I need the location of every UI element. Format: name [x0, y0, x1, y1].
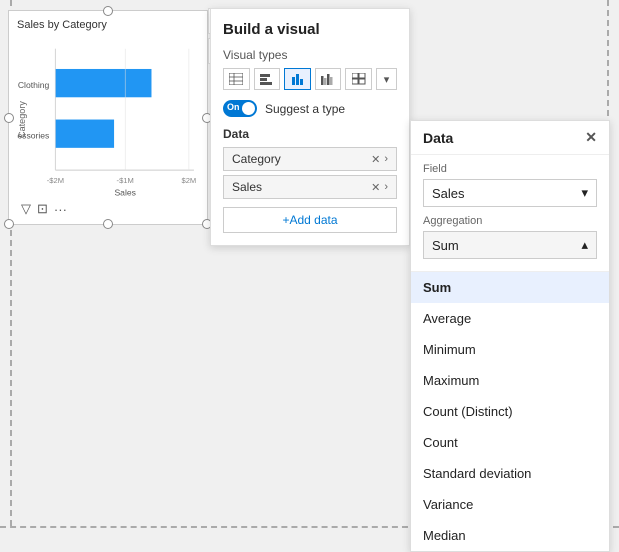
more-icon[interactable]: ···: [54, 202, 67, 217]
vt-grid[interactable]: [345, 68, 372, 90]
vt-table[interactable]: [223, 68, 250, 90]
svg-text:Accessories: Accessories: [17, 131, 49, 141]
ddp-option-median[interactable]: Median: [411, 520, 609, 551]
svg-text:$2M: $2M: [182, 176, 197, 185]
ddp-aggregation-select[interactable]: Sum ▴: [423, 231, 597, 259]
ddp-option-std-dev[interactable]: Standard deviation: [411, 458, 609, 489]
sales-chip-text: Sales: [232, 180, 371, 194]
expand-icon[interactable]: ⊡: [37, 201, 48, 217]
sales-chip-icons: ✕ ›: [371, 181, 388, 194]
ddp-option-average[interactable]: Average: [411, 303, 609, 334]
ddp-field-section: Field Sales ▾ Aggregation Sum ▴: [411, 155, 609, 271]
chart-controls: ▽ ⊡ ···: [17, 201, 199, 217]
svg-text:Sales: Sales: [114, 187, 135, 197]
handle-bottom-left[interactable]: [4, 219, 14, 229]
suggest-row: On Suggest a type: [223, 100, 397, 117]
data-dropdown-panel: Data ✕ Field Sales ▾ Aggregation Sum ▴ S…: [410, 120, 610, 552]
ddp-option-count-distinct[interactable]: Count (Distinct): [411, 396, 609, 427]
vt-bar-v[interactable]: [284, 68, 311, 90]
ddp-close-button[interactable]: ✕: [585, 129, 597, 146]
add-data-button[interactable]: +Add data: [223, 207, 397, 233]
filter-icon[interactable]: ▽: [21, 201, 31, 217]
chart-svg: Category Clothing Accessories -$2M -$1M …: [17, 37, 199, 197]
ddp-field-label: Field: [423, 163, 597, 175]
ddp-option-variance[interactable]: Variance: [411, 489, 609, 520]
svg-text:-$2M: -$2M: [47, 176, 64, 185]
ddp-option-count[interactable]: Count: [411, 427, 609, 458]
ddp-aggregation-value: Sum: [432, 238, 459, 253]
ddp-field-chevron: ▾: [581, 185, 588, 201]
ddp-aggregation-label: Aggregation: [423, 215, 597, 227]
ddp-header: Data ✕: [411, 121, 609, 155]
ddp-aggregation-list: Sum Average Minimum Maximum Count (Disti…: [411, 271, 609, 551]
visual-types-row: ▾: [223, 68, 397, 90]
vt-bar-h[interactable]: [254, 68, 281, 90]
ddp-option-maximum[interactable]: Maximum: [411, 365, 609, 396]
handle-bottom-center[interactable]: [103, 219, 113, 229]
ddp-aggregation-chevron: ▴: [581, 237, 588, 253]
ddp-title: Data: [423, 130, 453, 146]
suggest-toggle[interactable]: On: [223, 100, 257, 117]
category-chip-text: Category: [232, 152, 371, 166]
vt-more-dropdown[interactable]: ▾: [376, 68, 397, 90]
ddp-field-select[interactable]: Sales ▾: [423, 179, 597, 207]
sales-expand-icon[interactable]: ›: [384, 181, 388, 194]
ddp-option-sum[interactable]: Sum: [411, 272, 609, 303]
handle-top-center[interactable]: [103, 6, 113, 16]
svg-text:Clothing: Clothing: [18, 80, 50, 90]
ddp-field-value: Sales: [432, 186, 465, 201]
category-chip[interactable]: Category ✕ ›: [223, 147, 397, 171]
toggle-on-text: On: [227, 102, 240, 112]
data-section-label: Data: [223, 127, 397, 141]
category-chip-icons: ✕ ›: [371, 153, 388, 166]
category-expand-icon[interactable]: ›: [384, 153, 388, 166]
chart-title: Sales by Category: [17, 19, 199, 31]
sales-remove-icon[interactable]: ✕: [371, 181, 380, 194]
chart-container: Sales by Category Category Clothing Acce…: [8, 10, 208, 225]
build-visual-panel: Build a visual Visual types ▾ On Suggest…: [210, 8, 410, 246]
svg-text:-$1M: -$1M: [117, 176, 134, 185]
vt-bar-grouped[interactable]: [315, 68, 342, 90]
toggle-knob: [242, 102, 255, 115]
category-remove-icon[interactable]: ✕: [371, 153, 380, 166]
handle-left-center[interactable]: [4, 113, 14, 123]
visual-types-label: Visual types: [223, 48, 397, 62]
ddp-option-minimum[interactable]: Minimum: [411, 334, 609, 365]
suggest-toggle-label: Suggest a type: [265, 102, 345, 116]
build-panel-title: Build a visual: [223, 21, 397, 38]
sales-chip[interactable]: Sales ✕ ›: [223, 175, 397, 199]
